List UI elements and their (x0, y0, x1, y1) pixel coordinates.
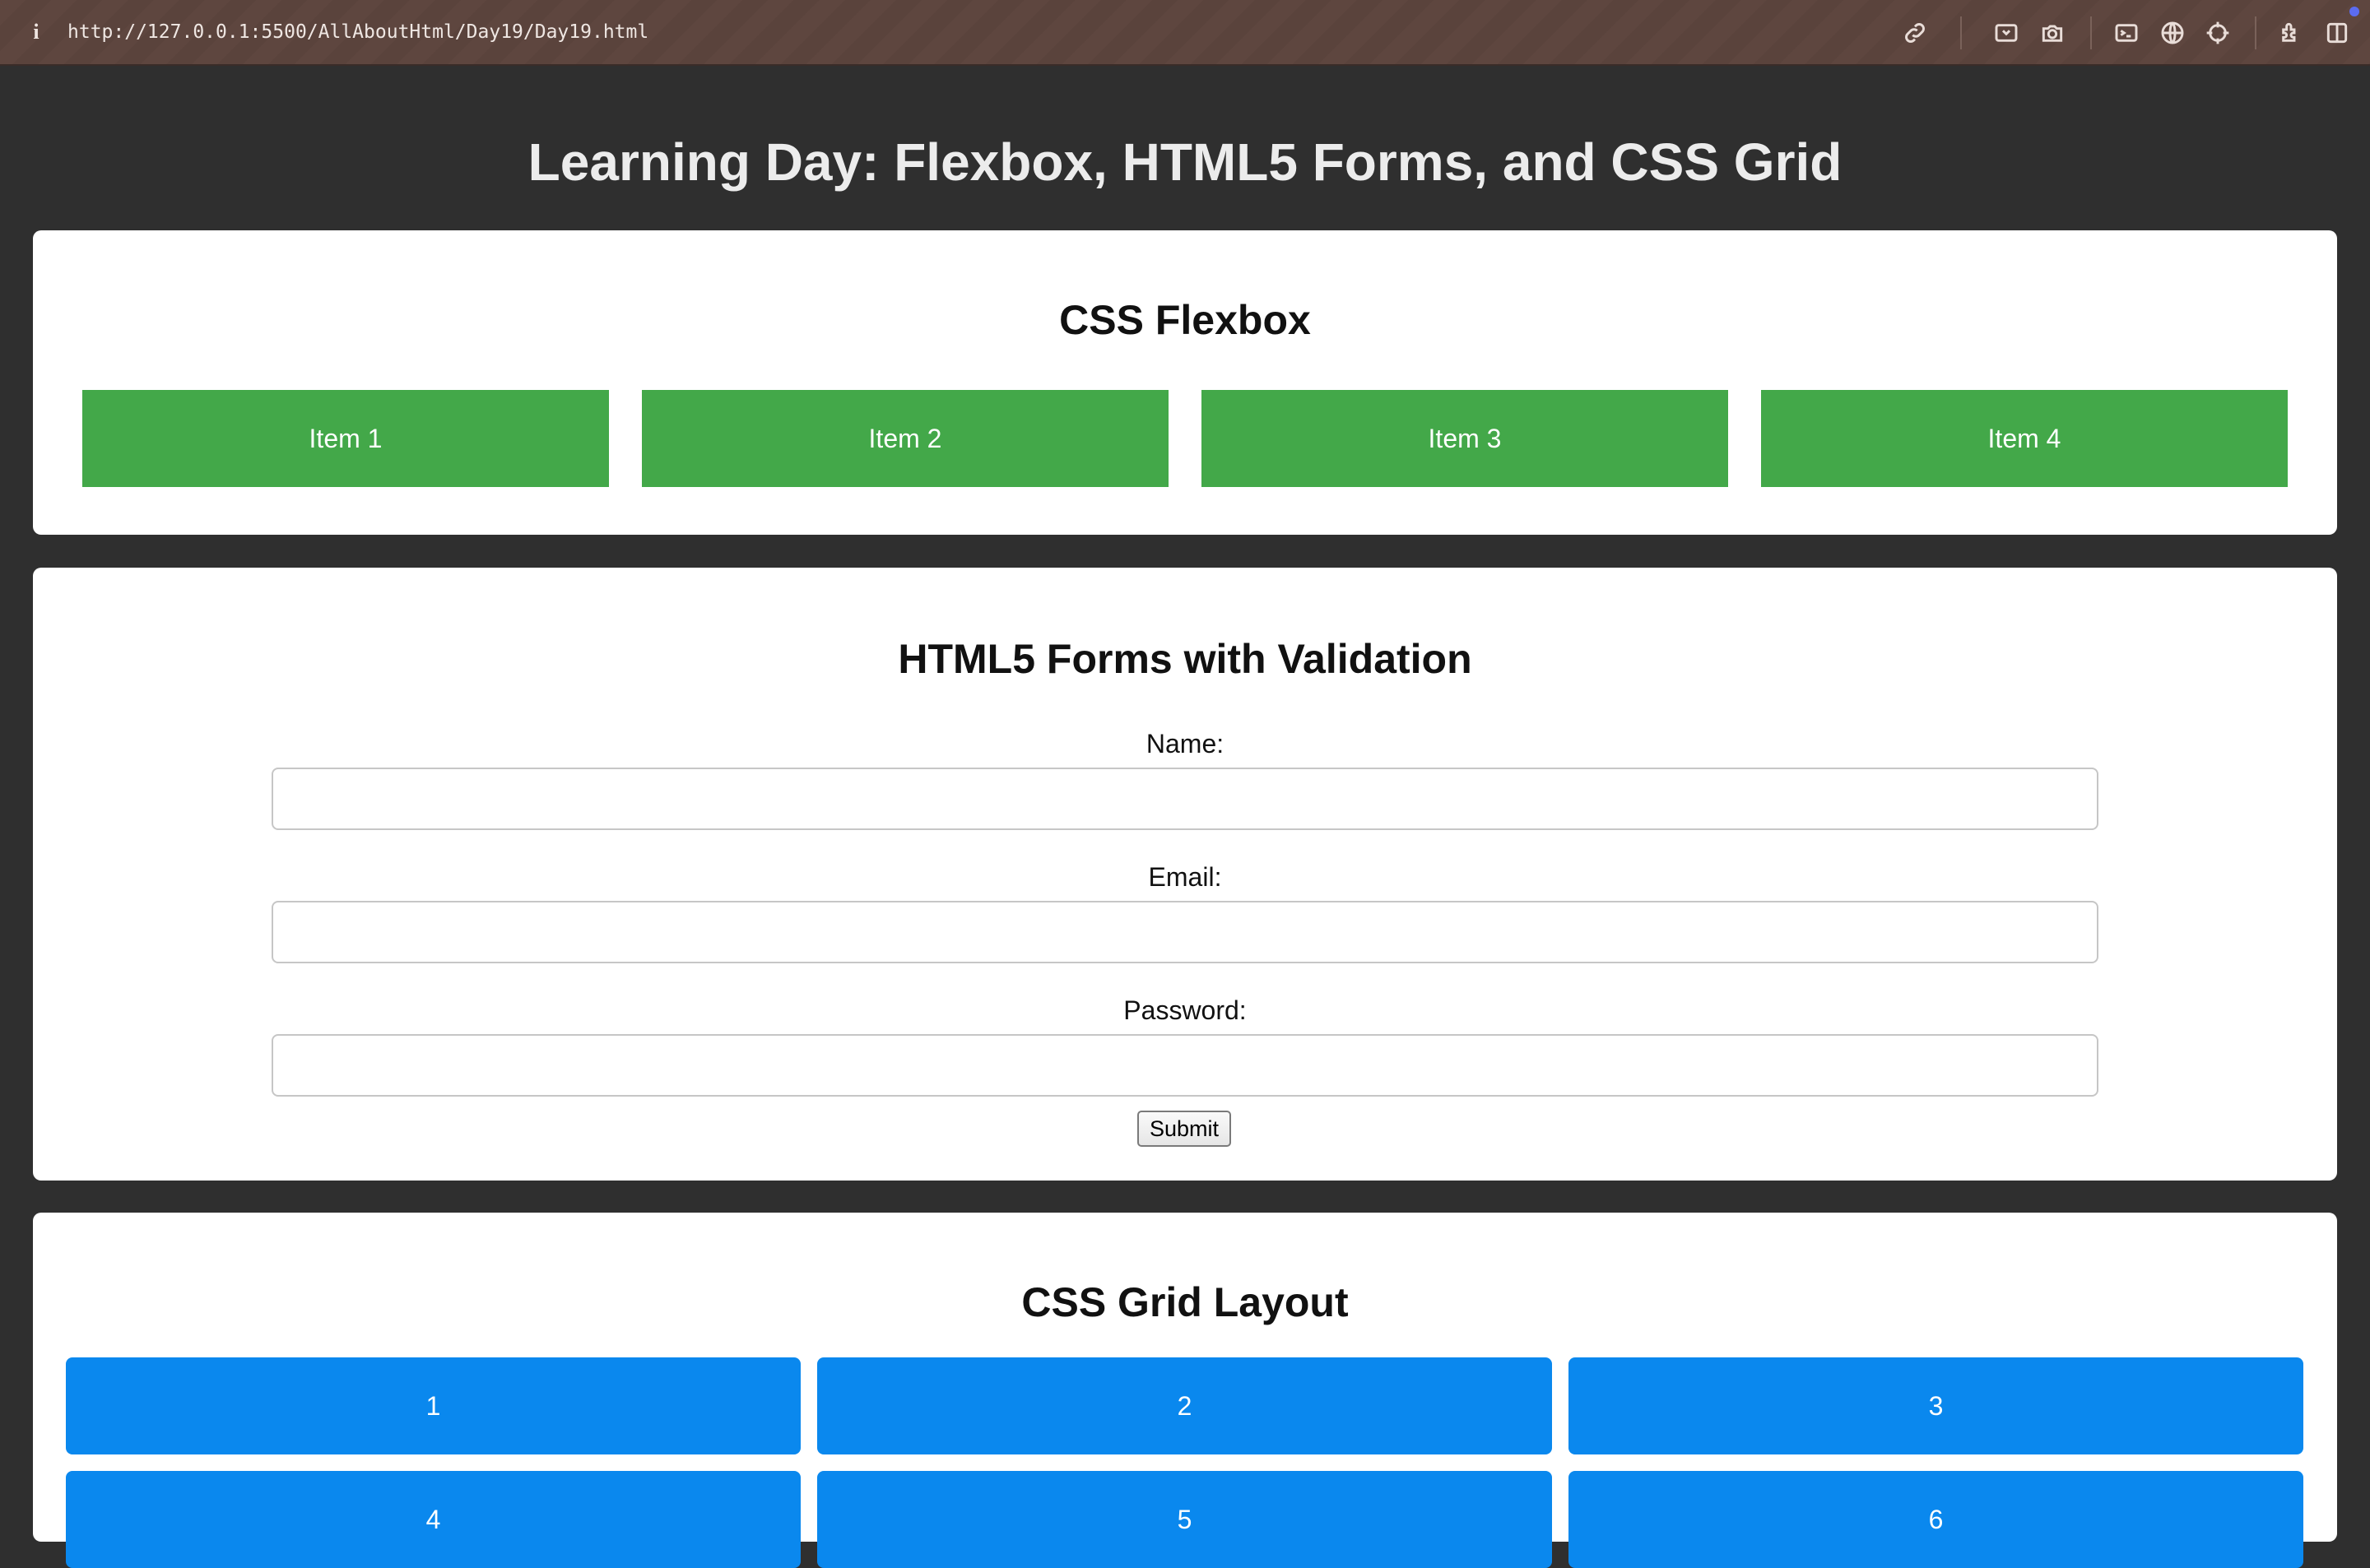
grid-container: 1 2 3 4 5 6 (66, 1357, 2304, 1568)
submit-button[interactable]: Submit (1137, 1111, 1231, 1147)
flex-container: Item 1 Item 2 Item 3 Item 4 (82, 390, 2288, 487)
flexbox-section: CSS Flexbox Item 1 Item 2 Item 3 Item 4 (33, 230, 2337, 535)
password-field[interactable] (272, 1034, 2098, 1097)
grid-section: CSS Grid Layout 1 2 3 4 5 6 (33, 1213, 2337, 1568)
grid-item: 2 (817, 1357, 1552, 1454)
globe-icon[interactable] (2158, 18, 2187, 48)
sidebar-icon[interactable] (2322, 18, 2352, 48)
form-section: HTML5 Forms with Validation Name: Email:… (33, 568, 2337, 1181)
page-title: Learning Day: Flexbox, HTML5 Forms, and … (527, 132, 1843, 192)
screenshot-icon[interactable] (1991, 18, 2021, 48)
toolbar-divider (2090, 16, 2092, 49)
name-field[interactable] (272, 768, 2098, 830)
email-label: Email: (1148, 862, 1222, 892)
flex-item: Item 2 (642, 390, 1169, 487)
toolbar-divider (1960, 16, 1962, 49)
flex-item: Item 1 (82, 390, 609, 487)
form-title: HTML5 Forms with Validation (898, 636, 1472, 682)
camera-icon[interactable] (2038, 18, 2067, 48)
terminal-icon[interactable] (2112, 18, 2141, 48)
email-field[interactable] (272, 901, 2098, 963)
grid-item: 3 (1568, 1357, 2303, 1454)
crosshair-icon[interactable] (2203, 18, 2233, 48)
flex-item: Item 3 (1201, 390, 1728, 487)
notification-dot (2349, 7, 2359, 16)
toolbar-divider (2255, 16, 2256, 49)
grid-title: CSS Grid Layout (1021, 1279, 1349, 1325)
browser-toolbar: i http://127.0.0.1:5500/AllAboutHtml/Day… (0, 0, 2370, 66)
name-label: Name: (1146, 729, 1224, 758)
grid-item: 4 (66, 1471, 801, 1568)
link-icon[interactable] (1900, 18, 1930, 48)
grid-item: 1 (66, 1357, 801, 1454)
flex-item: Item 4 (1761, 390, 2288, 487)
flexbox-title: CSS Flexbox (1059, 297, 1311, 343)
extensions-icon[interactable] (2276, 18, 2306, 48)
grid-item: 5 (817, 1471, 1552, 1568)
grid-item: 6 (1568, 1471, 2303, 1568)
password-label: Password: (1123, 995, 1247, 1025)
